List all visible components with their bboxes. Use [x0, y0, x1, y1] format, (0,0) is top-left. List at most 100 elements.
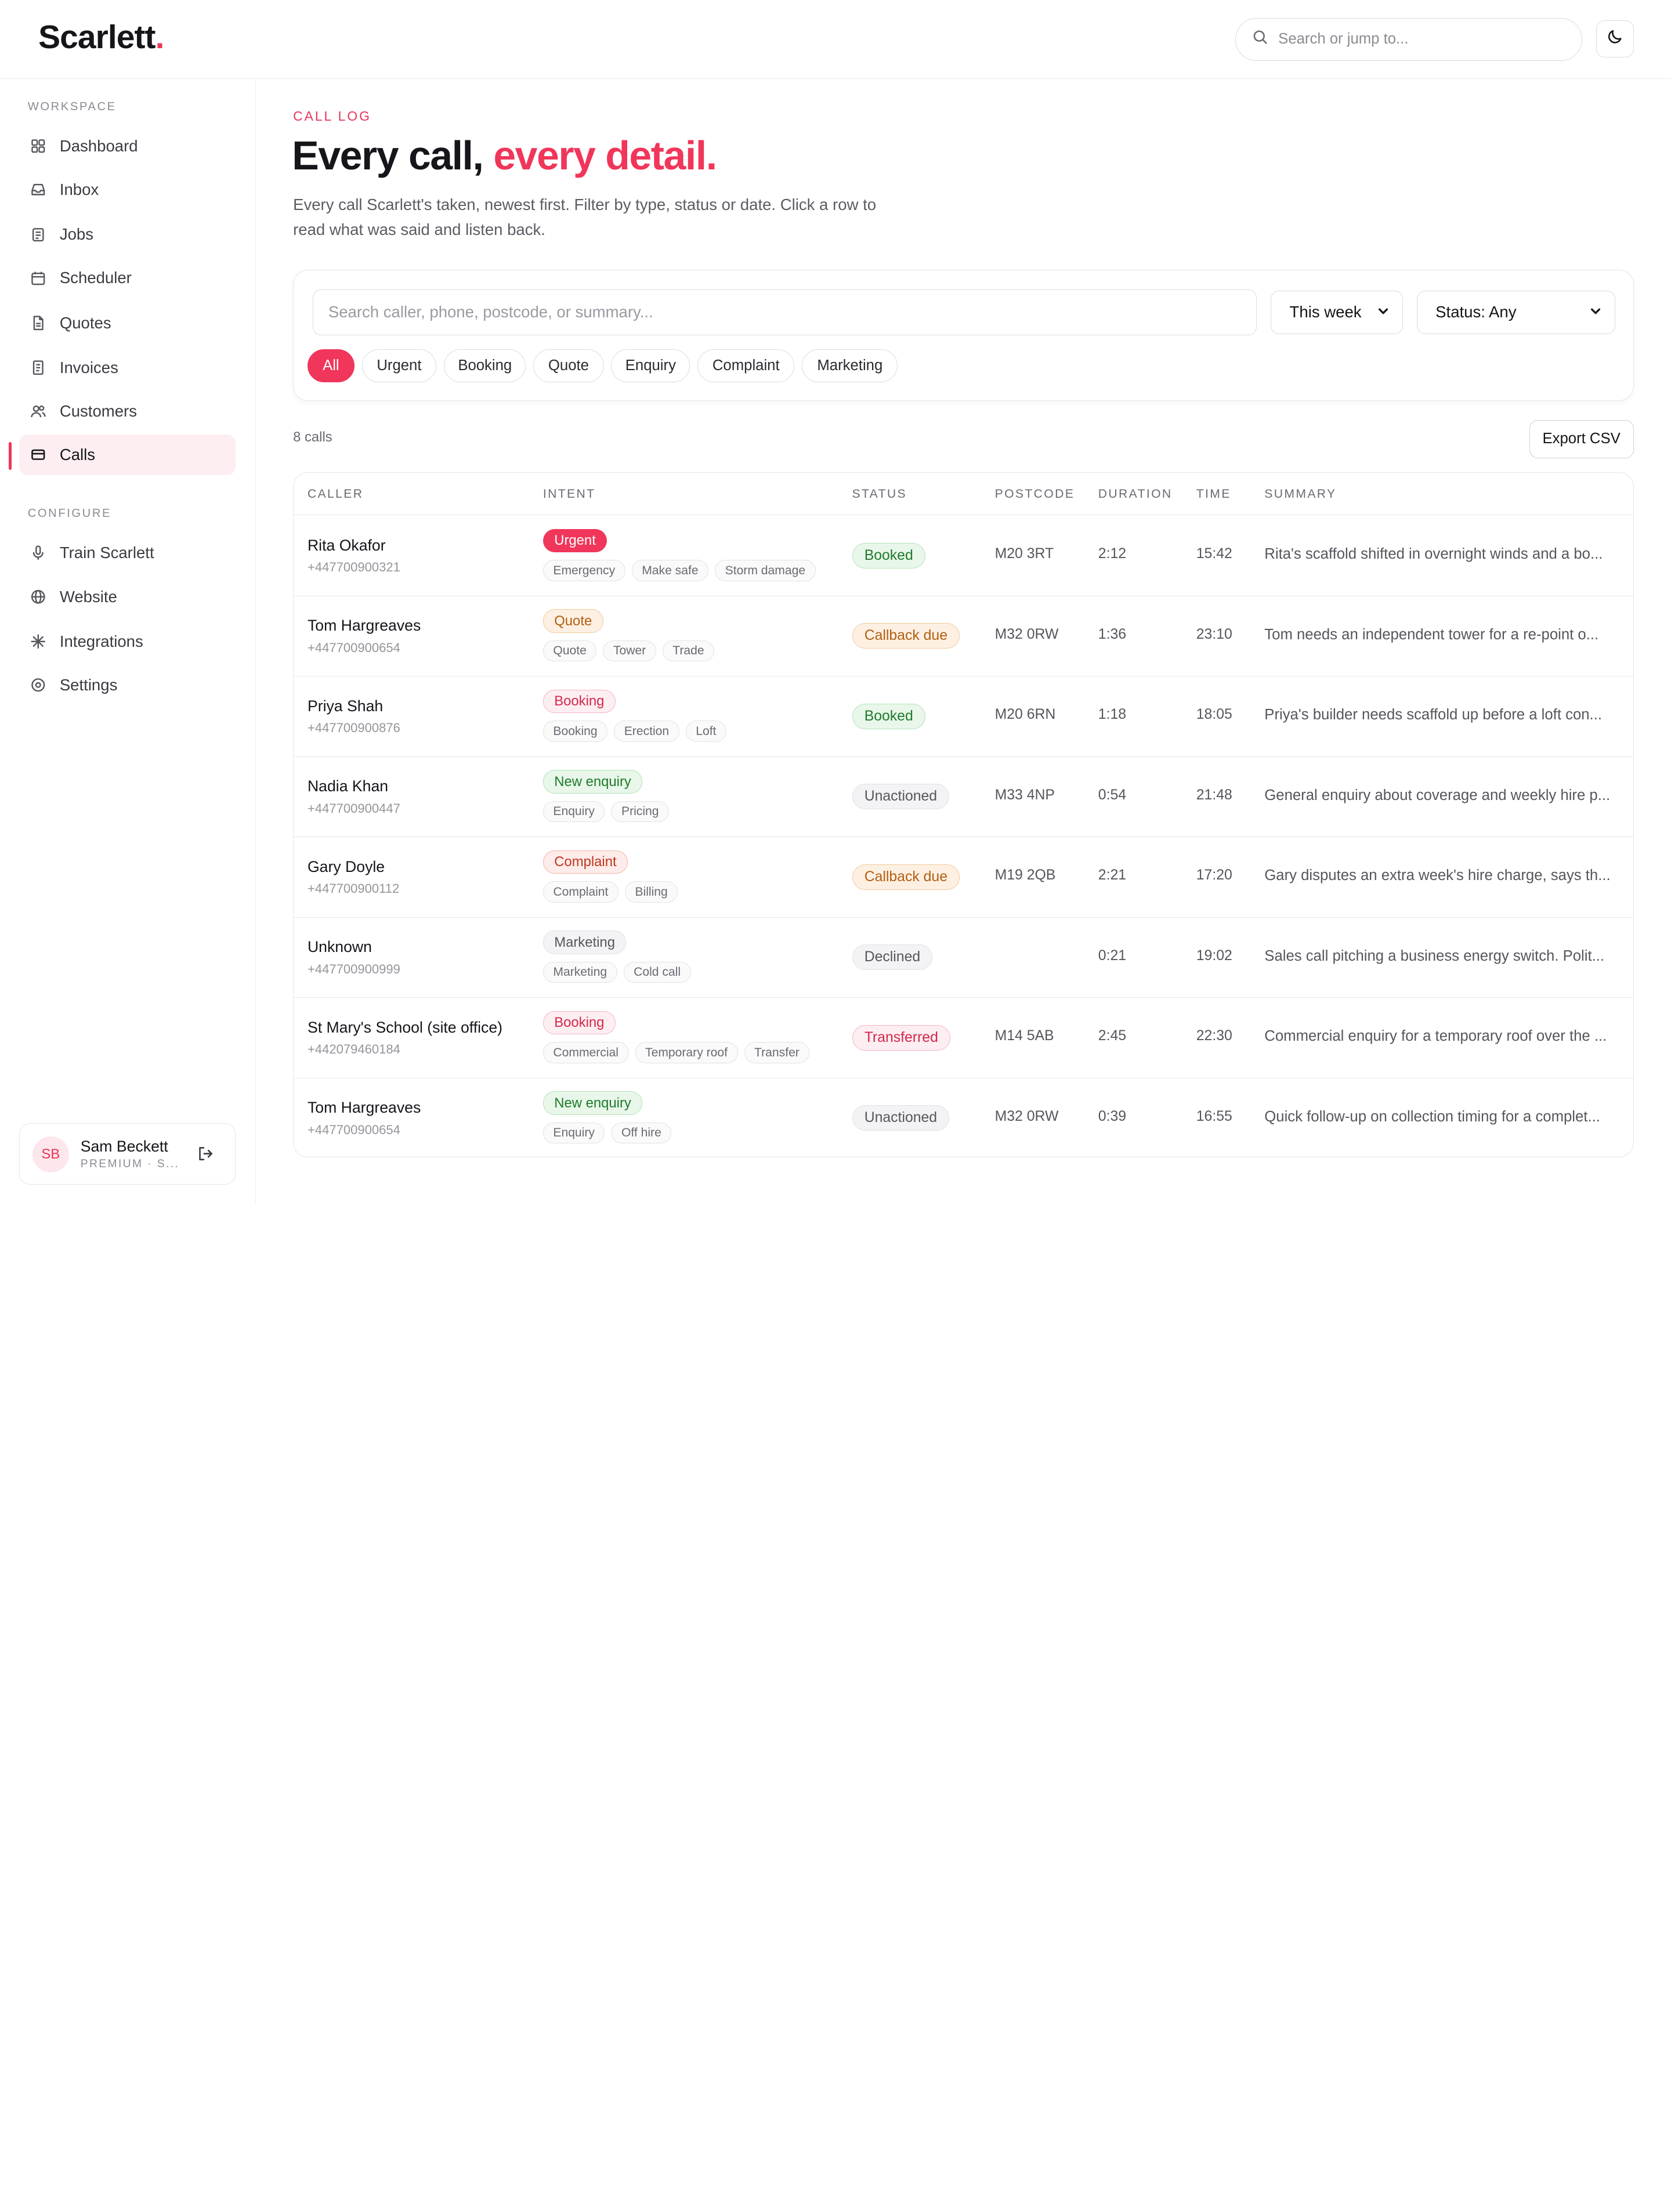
chip-urgent[interactable]: Urgent	[361, 349, 437, 382]
intent-tag: Enquiry	[542, 801, 605, 823]
column-header-time: TIME	[1196, 487, 1231, 501]
receipt-icon	[30, 359, 46, 376]
intent-tags: Enquiry Off hire	[542, 1122, 672, 1144]
intent-tag: Complaint	[542, 881, 619, 903]
intent-tags: Booking Erection Loft	[542, 721, 726, 742]
table-row[interactable]: Priya Shah +447700900876 Booking Booking Ere…	[294, 676, 1633, 757]
intent-badge: Booking	[542, 1011, 616, 1035]
status-badge: Callback due	[852, 864, 960, 890]
table-row[interactable]: Gary Doyle +447700900112 Complaint Complain…	[294, 837, 1633, 918]
global-search-input[interactable]	[1278, 31, 1556, 48]
chip-booking[interactable]: Booking	[444, 349, 526, 382]
duration-cell: 2:12	[1098, 546, 1127, 562]
column-header-intent: INTENT	[542, 487, 596, 501]
title-start: Every call,	[292, 132, 494, 178]
global-search[interactable]	[1235, 18, 1583, 61]
chevron-down-icon	[1377, 303, 1390, 321]
calls-search-input[interactable]	[313, 289, 1257, 335]
status-badge: Booked	[852, 542, 925, 569]
brand-dot: .	[155, 19, 165, 56]
time-cell: 22:30	[1196, 1028, 1232, 1044]
table-row[interactable]: Unknown +447700900999 Marketing Marketing Co…	[294, 917, 1633, 998]
intent-tag: Transfer	[744, 1042, 810, 1063]
chevron-down-icon	[1589, 303, 1602, 321]
column-header-status: STATUS	[852, 487, 907, 501]
export-csv-button[interactable]: Export CSV	[1529, 419, 1634, 458]
column-header-postcode: POSTCODE	[994, 487, 1075, 501]
chip-quote[interactable]: Quote	[533, 349, 604, 382]
sidebar-item-customers[interactable]: Customers	[19, 391, 236, 432]
table-row[interactable]: Rita Okafor +447700900321 Urgent Emergency M…	[294, 515, 1633, 596]
intent-tags: Quote Tower Trade	[542, 640, 715, 662]
sidebar-item-train-scarlett[interactable]: Train Scarlett	[19, 533, 236, 573]
summary-cell: Tom needs an independent tower for a re-…	[1264, 626, 1599, 643]
sidebar-item-invoices[interactable]: Invoices	[19, 347, 236, 388]
sidebar-item-label: Quotes	[59, 313, 111, 332]
intent-tag: Make safe	[631, 560, 709, 581]
document-icon	[30, 314, 46, 331]
intent-tag: Quote	[542, 640, 597, 662]
brand-logo[interactable]: Scarlett.	[38, 18, 164, 56]
sidebar-item-integrations[interactable]: Integrations	[19, 621, 236, 662]
app-root: Scarlett. WORKSPACE Dashboard Inbox Jobs	[0, 0, 1671, 1204]
postcode-cell: M32 0RW	[994, 626, 1059, 642]
logout-icon[interactable]	[197, 1145, 216, 1164]
theme-toggle-button[interactable]	[1596, 20, 1634, 58]
intent-tag: Marketing	[542, 961, 617, 983]
status-badge: Callback due	[852, 623, 960, 649]
sidebar-item-scheduler[interactable]: Scheduler	[19, 258, 236, 298]
intent-badge: New enquiry	[542, 770, 643, 794]
user-card[interactable]: SB Sam Beckett PREMIUM · S...	[19, 1123, 236, 1185]
sidebar-item-website[interactable]: Website	[19, 577, 236, 617]
intent-tag: Temporary roof	[635, 1042, 738, 1063]
status-filter-select[interactable]: Status: Any	[1416, 290, 1615, 334]
chip-marketing[interactable]: Marketing	[802, 349, 898, 382]
duration-cell: 1:36	[1098, 626, 1127, 642]
postcode-cell: M14 5AB	[994, 1028, 1054, 1044]
chip-enquiry[interactable]: Enquiry	[611, 349, 690, 382]
chip-complaint[interactable]: Complaint	[697, 349, 795, 382]
date-filter-value: This week	[1289, 303, 1362, 321]
table-row[interactable]: St Mary's School (site office) +442079460…	[294, 997, 1633, 1078]
workspace-section-label: WORKSPACE	[27, 100, 117, 113]
calls-icon	[30, 447, 46, 464]
sidebar-item-quotes[interactable]: Quotes	[19, 303, 236, 343]
time-cell: 23:10	[1196, 626, 1232, 642]
intent-tag: Off hire	[611, 1122, 672, 1144]
caller-phone: +447700900876	[307, 721, 400, 736]
table-row[interactable]: Tom Hargreaves +447700900654 Quote Quote Tow…	[294, 596, 1633, 677]
active-indicator	[8, 442, 12, 470]
caller-phone: +442079460184	[307, 1042, 400, 1057]
summary-cell: Commercial enquiry for a temporary roof …	[1264, 1028, 1607, 1045]
sidebar-item-label: Integrations	[59, 632, 143, 650]
intent-tag: Tower	[603, 640, 656, 662]
caller-name: Rita Okafor	[307, 536, 386, 554]
time-cell: 15:42	[1196, 546, 1232, 562]
intent-tag: Cold call	[623, 961, 691, 983]
duration-cell: 2:21	[1098, 867, 1127, 884]
intent-tags: Marketing Cold call	[542, 961, 691, 983]
intent-tag: Storm damage	[715, 560, 816, 581]
intent-tag: Erection	[614, 721, 679, 742]
time-cell: 21:48	[1196, 787, 1232, 803]
postcode-cell: M19 2QB	[994, 867, 1056, 884]
microphone-icon	[30, 545, 46, 562]
table-row[interactable]: Tom Hargreaves +447700900654 New enquiry En…	[294, 1078, 1633, 1157]
settings-icon	[30, 676, 46, 693]
sidebar-item-calls[interactable]: Calls	[19, 435, 236, 476]
date-filter-select[interactable]: This week	[1271, 290, 1404, 334]
summary-cell: Priya's builder needs scaffold up before…	[1264, 707, 1602, 723]
sparkle-icon	[30, 633, 46, 650]
sidebar-item-inbox[interactable]: Inbox	[19, 169, 236, 210]
intent-badge: Urgent	[542, 528, 607, 553]
sidebar-item-label: Dashboard	[59, 136, 138, 155]
chip-all[interactable]: All	[307, 349, 355, 382]
sidebar-item-jobs[interactable]: Jobs	[19, 214, 236, 255]
table-row[interactable]: Nadia Khan +447700900447 New enquiry Enquir…	[294, 756, 1633, 838]
configure-section-label: CONFIGURE	[27, 507, 112, 520]
intent-tag: Emergency	[542, 560, 625, 581]
sidebar-item-settings[interactable]: Settings	[19, 665, 236, 705]
page-title: Every call, every detail.	[292, 132, 717, 179]
status-badge: Transferred	[852, 1024, 951, 1051]
sidebar-item-dashboard[interactable]: Dashboard	[19, 126, 236, 166]
